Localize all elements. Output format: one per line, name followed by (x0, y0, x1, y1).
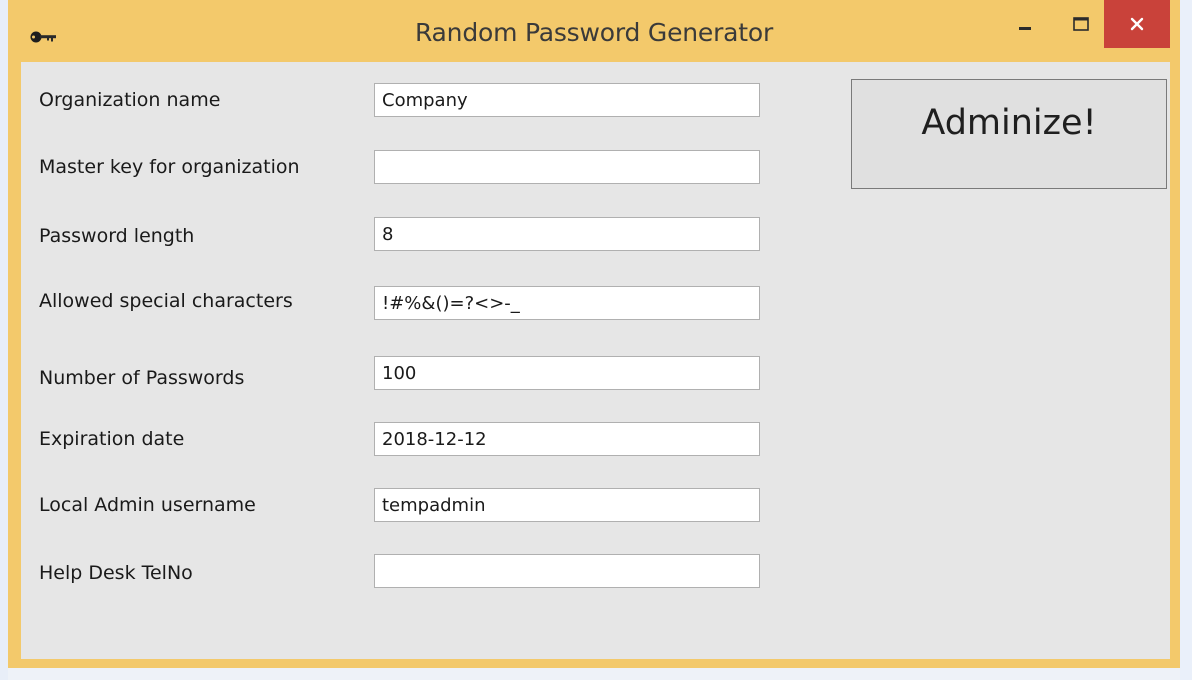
password-length-input[interactable] (374, 217, 760, 251)
local-admin-username-input[interactable] (374, 488, 760, 522)
close-icon (1130, 17, 1144, 31)
password-length-label: Password length (39, 225, 195, 247)
number-of-passwords-input[interactable] (374, 356, 760, 390)
local-admin-username-label: Local Admin username (39, 494, 256, 516)
desktop-background-right (1180, 0, 1192, 680)
help-desk-telno-label: Help Desk TelNo (39, 562, 193, 584)
special-characters-input[interactable] (374, 286, 760, 320)
expiration-date-label: Expiration date (39, 428, 185, 450)
maximize-icon (1073, 17, 1089, 31)
form-panel: Organization name Master key for organiz… (21, 62, 1170, 659)
master-key-label: Master key for organization (39, 156, 300, 178)
desktop-background-left (0, 0, 8, 680)
minimize-icon (1019, 27, 1031, 30)
master-key-input[interactable] (374, 150, 760, 184)
adminize-button[interactable]: Adminize! (851, 79, 1167, 189)
help-desk-telno-input[interactable] (374, 554, 760, 588)
minimize-button[interactable] (1002, 0, 1048, 48)
special-characters-label: Allowed special characters (39, 290, 293, 312)
organization-name-input[interactable] (374, 83, 760, 117)
number-of-passwords-label: Number of Passwords (39, 367, 245, 389)
maximize-button[interactable] (1058, 0, 1104, 48)
app-window: Random Password Generator Organization n… (8, 0, 1180, 668)
title-bar[interactable]: Random Password Generator (8, 0, 1180, 62)
organization-name-label: Organization name (39, 89, 221, 111)
expiration-date-input[interactable] (374, 422, 760, 456)
close-button[interactable] (1104, 0, 1170, 48)
